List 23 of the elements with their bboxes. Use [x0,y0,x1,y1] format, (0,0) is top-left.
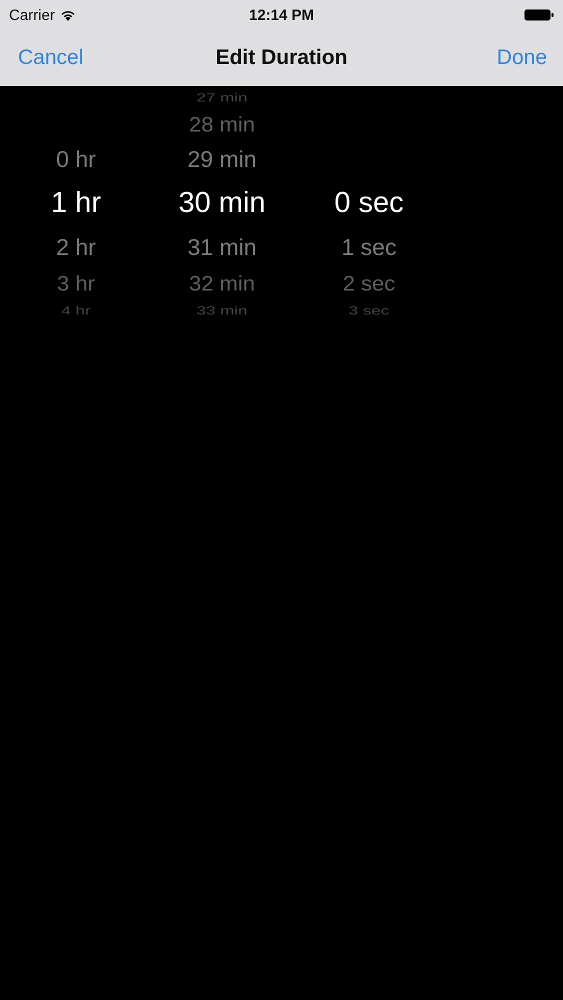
battery-icon [524,9,554,21]
picker-option[interactable]: 2 sec [342,272,396,296]
picker-option[interactable]: 3 hr [57,272,95,296]
picker-option[interactable]: 1 sec [342,235,396,261]
picker-option[interactable]: 0 hr [56,147,96,173]
picker-option[interactable]: 32 min [188,272,256,296]
nav-title: Edit Duration [216,46,348,70]
picker-option[interactable]: 30 min [178,188,266,220]
cancel-button[interactable]: Cancel [16,44,86,72]
carrier-name: Carrier [9,6,55,24]
picker-option[interactable]: 1 hr [51,188,101,220]
picker-option[interactable]: 27 min [196,91,248,105]
picker-option[interactable]: 3 sec [348,304,390,318]
picker-option[interactable]: 33 min [196,304,248,318]
wifi-icon [60,9,76,21]
picker-option[interactable]: 4 hr [61,304,91,318]
picker-option[interactable]: 28 min [188,114,256,136]
picker-option[interactable]: 29 min [187,147,257,173]
picker-option[interactable]: 31 min [187,235,257,261]
done-button[interactable]: Done [494,44,549,72]
status-time: 12:14 PM [248,6,314,24]
picker-option[interactable]: 2 hr [56,235,96,261]
picker-option[interactable]: 0 sec [334,188,404,220]
